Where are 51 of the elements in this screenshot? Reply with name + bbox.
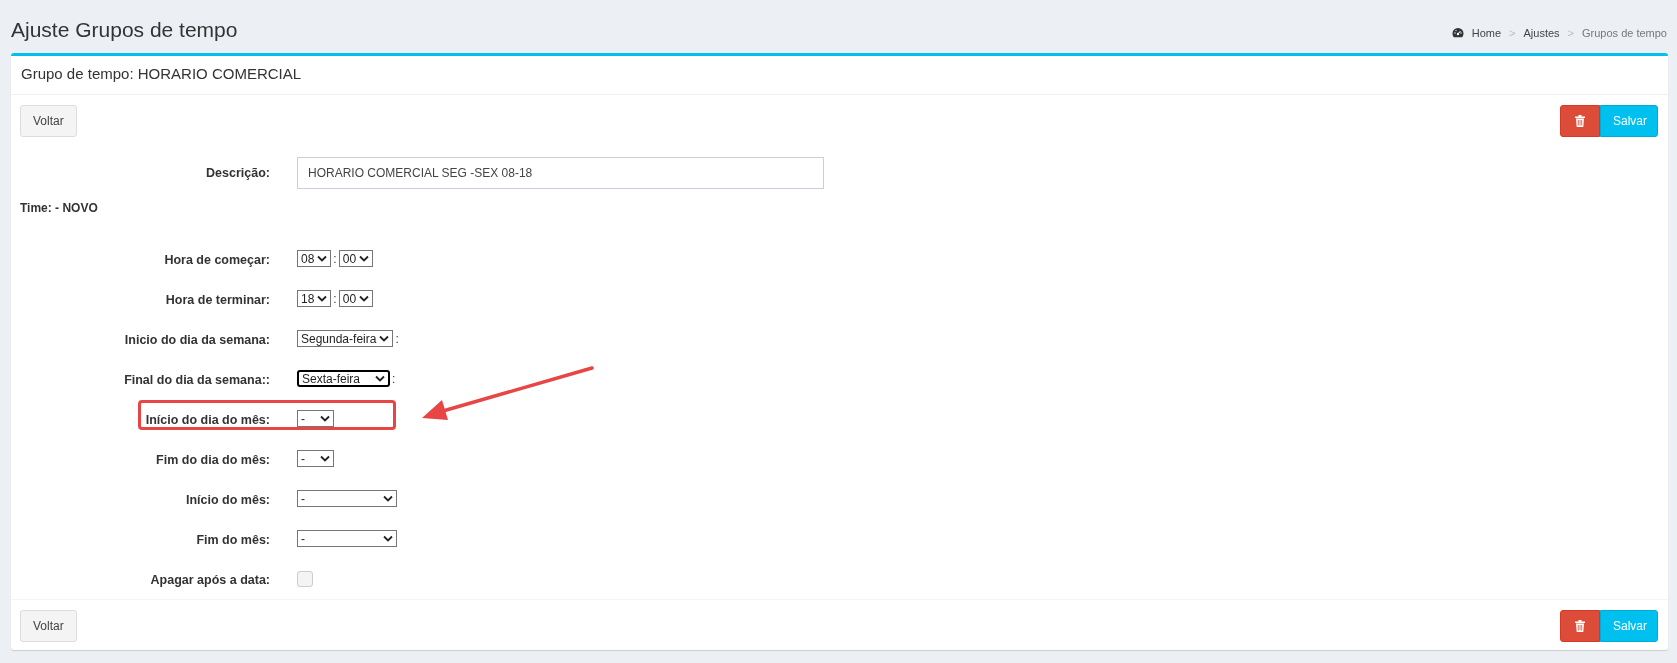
- chevron-icon: [320, 415, 330, 422]
- field-label: Hora de terminar:: [164, 293, 271, 307]
- delete-button[interactable]: [1560, 610, 1600, 642]
- chevron-icon: [317, 255, 328, 262]
- field-label: Apagar após a data:: [149, 573, 271, 587]
- checkbox[interactable]: [297, 571, 313, 587]
- chevron-icon: [379, 335, 390, 342]
- dropdown[interactable]: -: [297, 410, 334, 427]
- dropdown[interactable]: 08: [297, 250, 332, 267]
- chevron-icon: [383, 535, 393, 542]
- panel-title: Grupo de tempo: HORARIO COMERCIAL: [11, 56, 1668, 95]
- breadcrumb-link[interactable]: Home: [1471, 26, 1502, 39]
- breadcrumb-separator: >: [1509, 26, 1516, 39]
- dropdown[interactable]: -: [297, 450, 334, 467]
- chevron-icon: [383, 495, 393, 502]
- page-title: Ajuste Grupos de tempo: [11, 17, 238, 42]
- field-label: Descrição:: [205, 166, 271, 180]
- chevron-icon: [359, 255, 370, 262]
- chevron-icon: [375, 375, 385, 382]
- chevron-icon: [317, 295, 328, 302]
- back-button[interactable]: Voltar: [20, 105, 77, 137]
- dropdown[interactable]: 00: [338, 250, 374, 267]
- colon-text: :: [333, 291, 337, 306]
- field-label: Início do dia do mês:: [144, 413, 271, 427]
- colon-text: :: [395, 331, 399, 346]
- colon-text: :: [392, 371, 396, 386]
- dropdown[interactable]: -: [297, 490, 397, 507]
- dropdown[interactable]: Sexta-feira: [297, 370, 390, 387]
- trash-icon: [1575, 115, 1585, 127]
- dropdown[interactable]: Segunda-feira: [297, 330, 394, 347]
- field-label: Hora de começar:: [163, 253, 271, 267]
- field-label: Fim do mês:: [195, 533, 271, 547]
- dropdown[interactable]: -: [297, 530, 397, 547]
- chevron-icon: [320, 455, 330, 462]
- field-label: Início do mês:: [184, 493, 271, 507]
- description-field[interactable]: HORARIO COMERCIAL SEG -SEX 08-18: [297, 157, 824, 189]
- breadcrumb-link[interactable]: Ajustes: [1523, 26, 1560, 39]
- breadcrumb-current: Grupos de tempo: [1582, 26, 1667, 39]
- dropdown[interactable]: 00: [338, 290, 374, 307]
- colon-text: :: [333, 251, 337, 266]
- delete-button[interactable]: [1560, 105, 1600, 137]
- field-label: Final do dia da semana::: [123, 373, 271, 387]
- trash-icon: [1575, 620, 1585, 632]
- field-label: Inicio do dia da semana:: [123, 333, 271, 347]
- dashboard-icon: [1451, 26, 1464, 39]
- back-button[interactable]: Voltar: [20, 610, 77, 642]
- field-label: Fim do dia do mês:: [155, 453, 271, 467]
- chevron-icon: [359, 295, 370, 302]
- breadcrumb-separator: >: [1567, 26, 1574, 39]
- section-title: Time: - NOVO: [20, 200, 99, 217]
- dropdown[interactable]: 18: [297, 290, 332, 307]
